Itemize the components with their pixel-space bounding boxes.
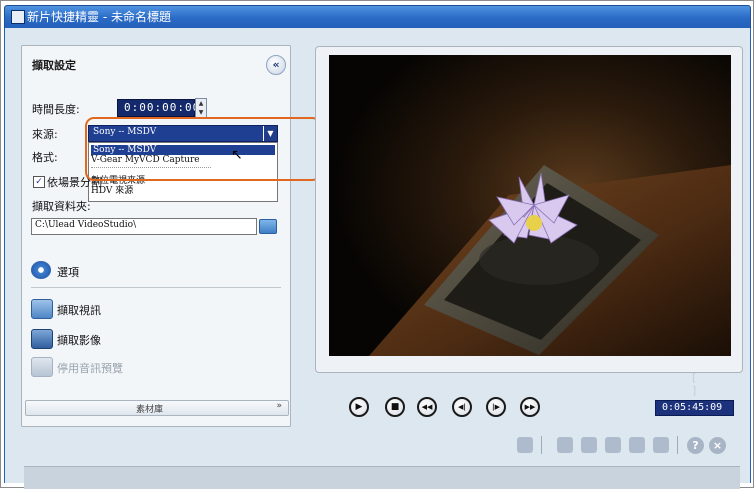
app-icon <box>11 10 25 24</box>
capture-image-label: 擷取影像 <box>57 334 101 347</box>
undo-icon[interactable] <box>629 437 645 453</box>
bottom-strip <box>24 466 740 489</box>
capture-folder-label: 擷取資料夾: <box>32 200 91 213</box>
mark-in-out-icons[interactable]: [ ] <box>692 371 720 397</box>
duration-stepper[interactable]: ▲ ▼ <box>195 98 207 118</box>
stop-button[interactable]: ■ <box>385 397 405 417</box>
library-label: 素材庫 <box>136 405 164 415</box>
help-icon[interactable]: ? <box>687 437 704 454</box>
double-chevron-left-icon[interactable]: « <box>266 55 286 75</box>
fast-forward-button[interactable]: ▶▶ <box>520 397 540 417</box>
timecode-display[interactable]: 0:05:45:09 <box>655 400 734 416</box>
capture-video-button[interactable]: 擷取視訊 <box>31 299 231 321</box>
format-label: 格式: <box>32 151 58 164</box>
library-bar[interactable]: 素材庫 » <box>25 400 289 416</box>
duration-label: 時間長度: <box>32 103 80 116</box>
options-button[interactable]: 選項 <box>31 261 231 283</box>
speaker-icon <box>31 357 53 377</box>
video-frame-image <box>329 55 731 356</box>
video-camera-icon <box>31 299 53 319</box>
previous-frame-button[interactable]: ◀| <box>452 397 472 417</box>
next-frame-button[interactable]: |▶ <box>486 397 506 417</box>
copy-icon[interactable] <box>557 437 573 453</box>
capture-folder-field[interactable]: C:\Ulead VideoStudio\ <box>31 218 257 235</box>
window-title: 新片快捷精靈 - 未命名標題 <box>27 10 171 24</box>
split-by-scene-checkbox[interactable]: ✓ <box>33 176 45 188</box>
expand-icon[interactable]: » <box>276 401 282 411</box>
duration-value: 0:00:00:00 <box>124 101 201 114</box>
gear-icon <box>31 261 51 279</box>
project-icon[interactable] <box>517 437 533 453</box>
disable-audio-preview-label: 停用音訊預覽 <box>57 362 123 375</box>
timecode-value: 0:05:45:09 <box>662 402 723 413</box>
capture-folder-value: C:\Ulead VideoStudio\ <box>35 220 137 230</box>
duration-field[interactable]: 0:00:00:00 <box>117 99 199 117</box>
folder-browse-icon[interactable] <box>259 219 277 234</box>
source-highlight-annotation <box>85 117 321 181</box>
storyboard-icon[interactable] <box>581 437 597 453</box>
stepper-up-icon[interactable]: ▲ <box>196 99 206 108</box>
stepper-down-icon[interactable]: ▼ <box>196 108 206 117</box>
title-bar[interactable]: 新片快捷精靈 - 未命名標題 <box>4 5 751 29</box>
toolbar-separator <box>677 436 678 454</box>
camera-icon <box>31 329 53 349</box>
divider <box>31 287 281 288</box>
disable-audio-preview-button[interactable]: 停用音訊預覽 <box>31 357 231 379</box>
capture-video-label: 擷取視訊 <box>57 304 101 317</box>
capture-settings-panel: 擷取設定 « 時間長度: 0:00:00:00 ▲ ▼ 來源: Sony -- … <box>21 45 291 427</box>
capture-image-button[interactable]: 擷取影像 <box>31 329 231 351</box>
panel-title: 擷取設定 <box>32 59 76 72</box>
play-button[interactable]: ▶ <box>349 397 369 417</box>
options-label: 選項 <box>57 266 79 279</box>
source-label: 來源: <box>32 128 58 141</box>
redo-icon[interactable] <box>653 437 669 453</box>
film-icon[interactable] <box>605 437 621 453</box>
video-preview <box>329 55 731 356</box>
close-icon[interactable]: × <box>709 437 726 454</box>
rewind-button[interactable]: ◀◀ <box>417 397 437 417</box>
toolbar-separator <box>541 436 542 454</box>
